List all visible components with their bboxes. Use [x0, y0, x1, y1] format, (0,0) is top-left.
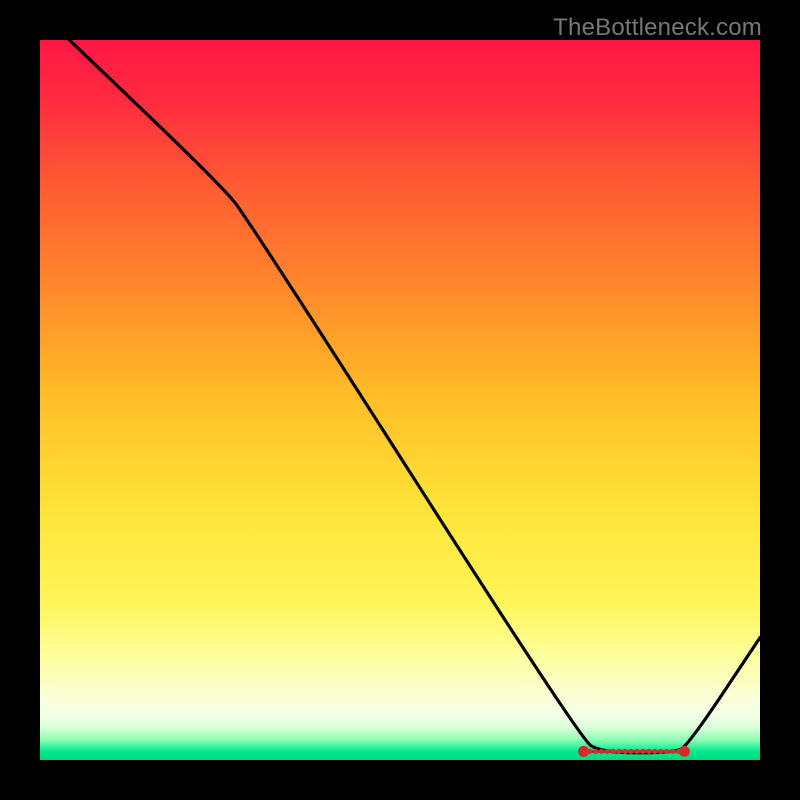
marker-dot [617, 749, 622, 754]
marker-dot [670, 749, 675, 754]
marker-dot [628, 749, 633, 754]
marker-dot [640, 749, 645, 754]
plot-area [40, 40, 760, 760]
marker-dot [658, 749, 663, 754]
marker-dot [664, 749, 669, 754]
marker-dot [634, 749, 639, 754]
gradient-background [40, 40, 760, 760]
chart-svg [40, 40, 760, 760]
marker-dot [593, 749, 598, 754]
watermark-text: TheBottleneck.com [553, 14, 762, 42]
marker-dot [587, 749, 592, 754]
marker-dot [611, 749, 616, 754]
marker-dot [623, 749, 628, 754]
marker-dot [599, 749, 604, 754]
marker-dot [646, 749, 651, 754]
marker-dot [676, 749, 681, 754]
chart-frame: TheBottleneck.com [0, 0, 800, 800]
marker-dot [652, 749, 657, 754]
marker-dot [605, 749, 610, 754]
